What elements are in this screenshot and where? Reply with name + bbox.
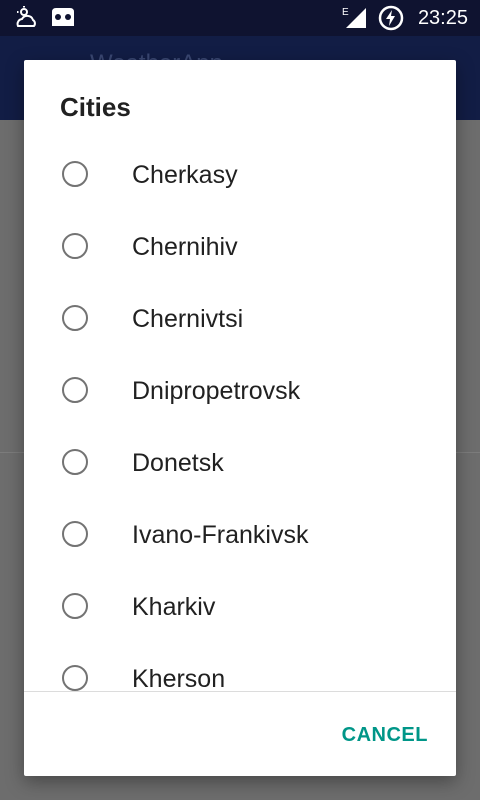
radio-button[interactable]: [62, 521, 88, 547]
radio-button[interactable]: [62, 233, 88, 259]
signal-icon: E: [342, 6, 368, 30]
city-item-kharkiv[interactable]: Kharkiv: [24, 572, 456, 644]
radio-button[interactable]: [62, 449, 88, 475]
city-list[interactable]: Cherkasy Chernihiv Chernivtsi Dnipropetr…: [24, 140, 456, 691]
city-label: Dnipropetrovsk: [132, 377, 301, 405]
city-label: Kherson: [132, 665, 226, 691]
city-label: Ivano-Frankivsk: [132, 521, 309, 549]
dialog-title: Cities: [60, 92, 131, 122]
cancel-button[interactable]: CANCEL: [342, 724, 428, 747]
status-time: 23:25: [417, 7, 468, 29]
city-label: Chernihiv: [132, 233, 238, 261]
city-label: Donetsk: [132, 449, 224, 477]
screen: E 23:25 WeatherApp Cities Cherkasy Chern…: [0, 0, 480, 800]
city-item-kherson[interactable]: Kherson: [24, 644, 456, 691]
city-item-ivano-frankivsk[interactable]: Ivano-Frankivsk: [24, 500, 456, 572]
dialog-divider: [24, 691, 456, 692]
cities-dialog: Cities Cherkasy Chernihiv Chernivtsi Dni…: [24, 60, 456, 776]
radio-button[interactable]: [62, 161, 88, 187]
radio-button[interactable]: [62, 665, 88, 691]
city-label: Cherkasy: [132, 161, 238, 189]
city-label: Kharkiv: [132, 593, 216, 621]
radio-button[interactable]: [62, 305, 88, 331]
ghost-icon: [50, 6, 76, 30]
status-bar: E 23:25: [0, 0, 480, 36]
city-item-chernivtsi[interactable]: Chernivtsi: [24, 284, 456, 356]
weather-alert-icon: [14, 6, 40, 30]
battery-charging-icon: [378, 5, 404, 31]
network-type-label: E: [342, 7, 349, 18]
city-item-dnipropetrovsk[interactable]: Dnipropetrovsk: [24, 356, 456, 428]
city-label: Chernivtsi: [132, 305, 244, 333]
radio-button[interactable]: [62, 593, 88, 619]
city-item-cherkasy[interactable]: Cherkasy: [24, 140, 456, 212]
city-item-chernihiv[interactable]: Chernihiv: [24, 212, 456, 284]
radio-button[interactable]: [62, 377, 88, 403]
city-item-donetsk[interactable]: Donetsk: [24, 428, 456, 500]
